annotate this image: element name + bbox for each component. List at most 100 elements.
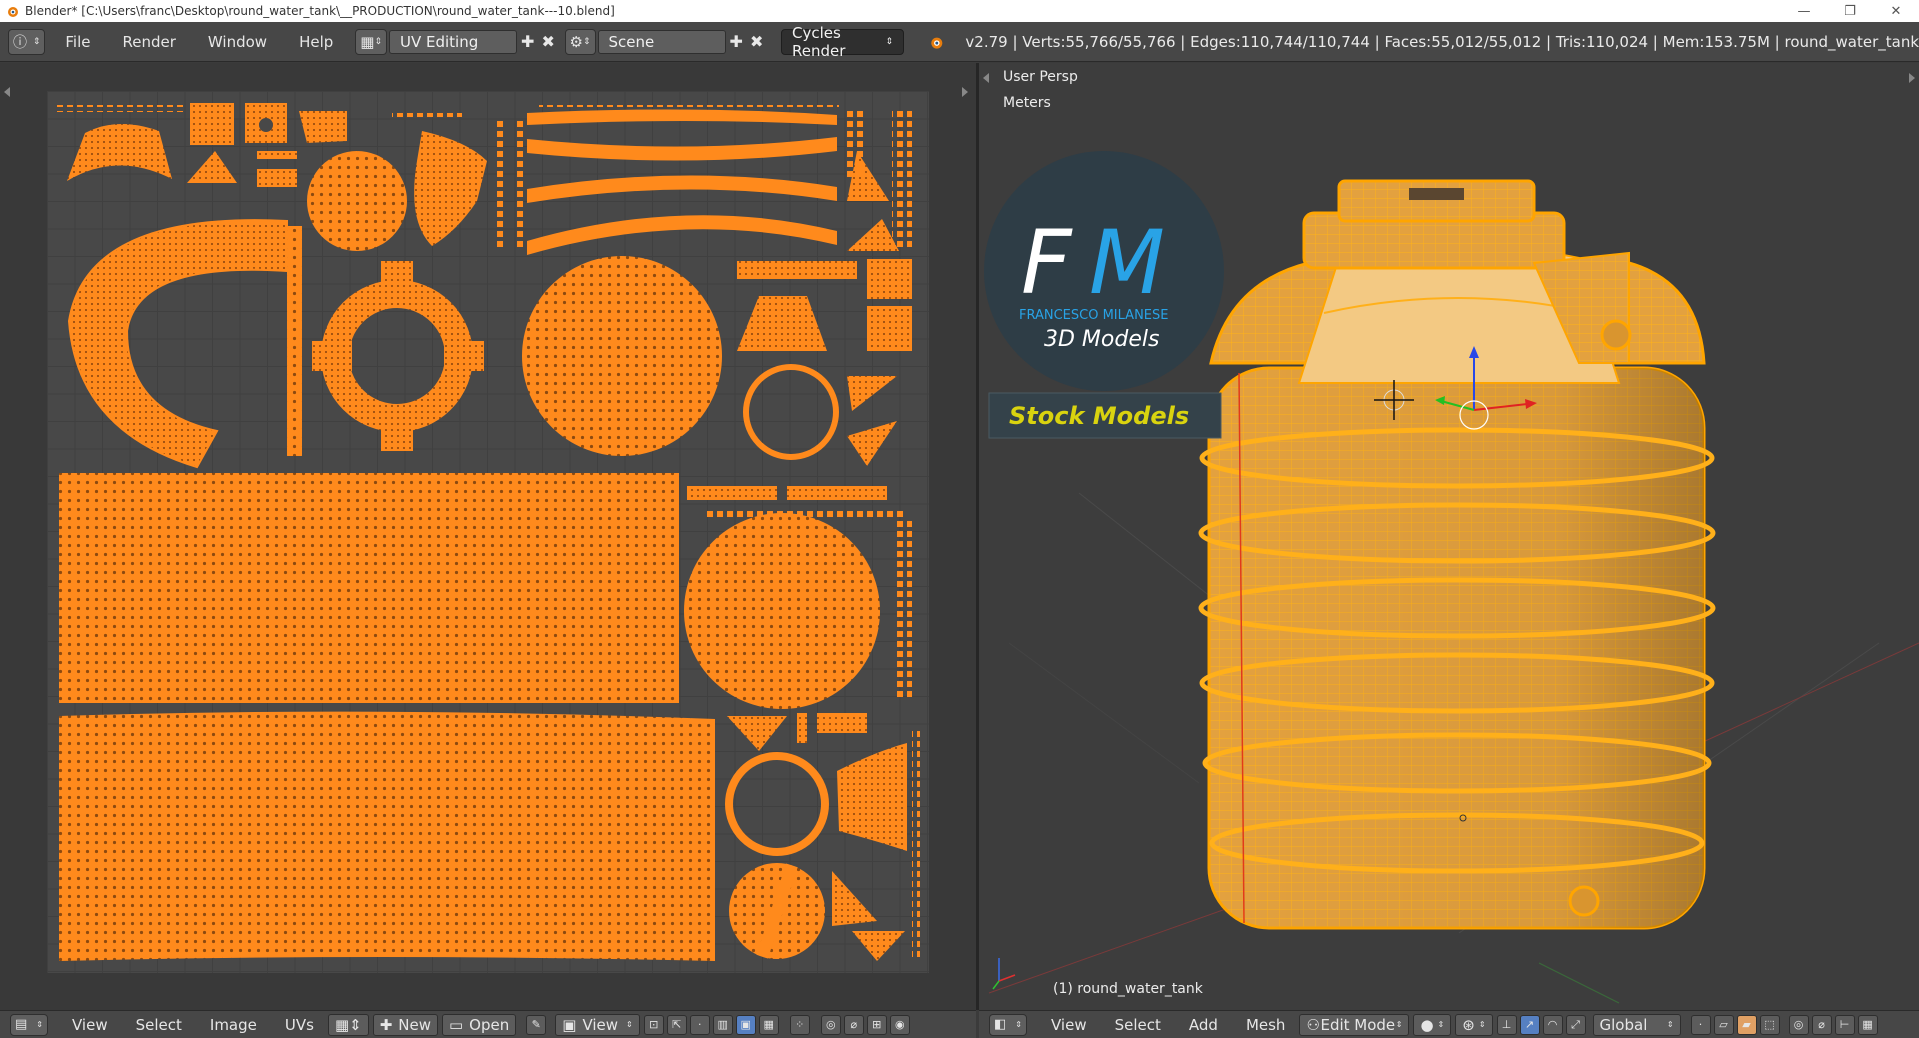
delete-layout-x-icon[interactable]: ✖ <box>538 30 559 54</box>
region-toggle-right[interactable] <box>962 87 968 97</box>
uv-island[interactable] <box>414 131 487 246</box>
island-select-icon[interactable]: ▦ <box>758 1014 779 1035</box>
uv-island[interactable] <box>897 521 912 701</box>
uv-island[interactable] <box>513 121 523 251</box>
uv-island[interactable] <box>527 215 837 255</box>
vertex-select-mode-icon[interactable]: · <box>1690 1014 1711 1035</box>
uv-island[interactable] <box>59 473 679 703</box>
add-layout-plus-icon[interactable]: ✚ <box>517 30 538 54</box>
uv-island[interactable] <box>392 113 462 121</box>
uv-island[interactable] <box>187 151 237 183</box>
uv-island[interactable] <box>381 411 413 451</box>
uv-island[interactable] <box>67 219 288 469</box>
rotate-manipulator-icon[interactable]: ◠ <box>1542 1014 1563 1035</box>
uv-island[interactable] <box>867 306 912 351</box>
uv-island[interactable] <box>737 296 827 351</box>
3d-viewport[interactable]: User Persp Meters F M FRANCESCO MILANESE… <box>979 63 1919 1010</box>
uv-island[interactable] <box>522 256 722 456</box>
menu-render[interactable]: Render <box>107 29 192 55</box>
sync-selection-icon[interactable]: ⇱ <box>666 1014 687 1035</box>
uv-island[interactable] <box>539 105 839 111</box>
uv-image-editor[interactable] <box>0 63 976 1010</box>
pin-icon[interactable]: ✎ <box>526 1014 547 1035</box>
uv-island[interactable] <box>57 105 187 112</box>
uv-island[interactable] <box>832 871 877 926</box>
uv-island[interactable] <box>817 713 867 733</box>
view-mode-dropdown[interactable]: ▣ View ⇕ <box>555 1013 640 1036</box>
render-engine-dropdown[interactable]: Cycles Render ⇕ <box>781 24 904 60</box>
scene-name-field[interactable]: Scene <box>597 29 726 54</box>
snap-element-icon[interactable]: ⊢ <box>1834 1014 1855 1035</box>
render-preview-icon[interactable]: ▦ <box>1857 1014 1878 1035</box>
uv-island[interactable] <box>59 711 715 961</box>
uv-island[interactable] <box>67 123 172 181</box>
uv-island[interactable] <box>312 341 352 371</box>
occlude-geometry-icon[interactable]: ⬚ <box>1759 1014 1780 1035</box>
uv-island[interactable] <box>727 716 787 751</box>
uv-menu-select[interactable]: Select <box>122 1011 196 1038</box>
screen-layout-name-field[interactable]: UV Editing <box>389 29 518 54</box>
uv-menu-view[interactable]: View <box>58 1011 122 1038</box>
uv-island[interactable] <box>444 341 484 371</box>
uv-island[interactable] <box>787 486 887 500</box>
uv-island[interactable] <box>287 226 302 456</box>
pivot-icon[interactable]: ⊡ <box>643 1014 664 1035</box>
viewport-menu-add[interactable]: Add <box>1175 1011 1232 1038</box>
uv-sculpt-icon[interactable]: ⊞ <box>866 1014 887 1035</box>
delete-scene-x-icon[interactable]: ✖ <box>746 30 767 54</box>
manipulator-toggle-icon[interactable]: ⊥ <box>1496 1014 1517 1035</box>
uv-island[interactable] <box>852 931 905 961</box>
interaction-mode-dropdown[interactable]: ⚇ Edit Mode ⇕ <box>1299 1013 1410 1036</box>
uv-menu-uvs[interactable]: UVs <box>271 1011 328 1038</box>
transform-orientation-dropdown[interactable]: Global ⇕ <box>1592 1013 1681 1036</box>
face-select-icon[interactable]: ▣ <box>735 1014 756 1035</box>
new-image-button[interactable]: ✚ New <box>372 1013 438 1036</box>
editor-type-selector[interactable]: ⓘ ⇕ <box>8 28 46 55</box>
uv-island[interactable] <box>257 169 297 187</box>
scale-manipulator-icon[interactable]: ⤢ <box>1565 1014 1586 1035</box>
uv-island[interactable] <box>257 151 297 159</box>
maximize-button[interactable]: ❐ <box>1827 0 1873 22</box>
uv-island[interactable] <box>497 121 507 251</box>
water-tank-mesh[interactable] <box>1198 179 1716 930</box>
edge-select-icon[interactable]: ▥ <box>712 1014 733 1035</box>
image-browse-button[interactable]: ▦⇕ <box>327 1013 369 1036</box>
vertex-select-icon[interactable]: · <box>689 1014 710 1035</box>
snap-icon[interactable]: ⌀ <box>1811 1014 1832 1035</box>
editor-type-selector[interactable]: ◧ ⇕ <box>989 1013 1027 1036</box>
uv-island[interactable] <box>737 261 857 279</box>
uv-island[interactable] <box>381 261 413 301</box>
uv-island[interactable] <box>797 713 807 743</box>
uv-canvas[interactable] <box>47 91 929 973</box>
render-slot-icon[interactable]: ◉ <box>889 1014 910 1035</box>
viewport-menu-view[interactable]: View <box>1037 1011 1101 1038</box>
uv-island[interactable] <box>321 280 473 432</box>
uv-island[interactable] <box>847 421 897 466</box>
translate-manipulator-icon[interactable]: ↗ <box>1519 1014 1540 1035</box>
uv-island[interactable] <box>527 109 837 125</box>
uv-island[interactable] <box>867 259 912 299</box>
screen-layout-selector[interactable]: ▦ ⇕ <box>355 28 387 55</box>
open-image-button[interactable]: ▭ Open <box>441 1013 517 1036</box>
viewport-menu-mesh[interactable]: Mesh <box>1232 1011 1300 1038</box>
uv-island[interactable] <box>847 111 867 181</box>
proportional-edit-icon[interactable]: ◎ <box>820 1014 841 1035</box>
face-select-mode-icon[interactable]: ▰ <box>1736 1014 1757 1035</box>
uv-island[interactable] <box>892 111 912 251</box>
uv-snap-icon[interactable]: ⌀ <box>843 1014 864 1035</box>
shading-dropdown[interactable]: ● ⇕ <box>1413 1013 1452 1036</box>
minimize-button[interactable]: — <box>1781 0 1827 22</box>
uv-island[interactable] <box>299 111 347 143</box>
uv-menu-image[interactable]: Image <box>196 1011 271 1038</box>
uv-island[interactable] <box>847 376 897 411</box>
menu-file[interactable]: File <box>49 29 106 55</box>
edge-select-mode-icon[interactable]: ▱ <box>1713 1014 1734 1035</box>
editor-type-selector[interactable]: ▤ ⇕ <box>10 1013 48 1036</box>
viewport-menu-select[interactable]: Select <box>1101 1011 1175 1038</box>
menu-help[interactable]: Help <box>283 29 349 55</box>
viewport-scene[interactable]: F M FRANCESCO MILANESE 3D Models Stock M… <box>979 63 1919 1010</box>
uv-island[interactable] <box>190 103 234 145</box>
uv-island[interactable] <box>837 743 907 851</box>
uv-island[interactable] <box>912 731 920 961</box>
uv-island[interactable] <box>527 175 837 203</box>
